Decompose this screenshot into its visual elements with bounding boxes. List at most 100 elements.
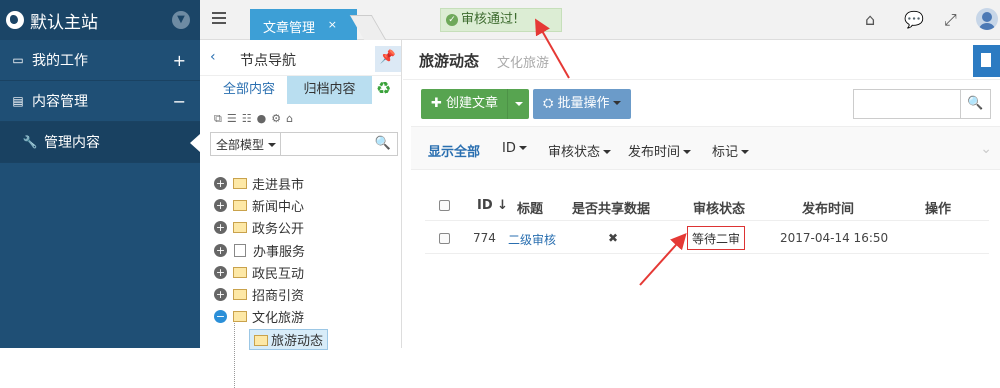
tree-node-label: 招商引资 <box>252 289 305 305</box>
sort-desc-icon: ↓ <box>497 198 509 213</box>
main-sidebar: 默认主站 ▼ ▭ 我的工作 + ▤ 内容管理 − 🔧 管理内容 <box>0 0 200 348</box>
top-bar: 文章管理 × ✓ 审核通过! ⌂ 💬 ⤢ <box>200 0 1000 40</box>
tree-node-label: 旅游动态 <box>249 328 329 350</box>
sidebar-item-content-management[interactable]: ▤ 内容管理 − <box>0 81 200 122</box>
select-all-checkbox[interactable] <box>439 200 450 211</box>
check-circle-icon: ✓ <box>446 14 458 26</box>
document-icon[interactable] <box>973 45 1000 77</box>
home-icon[interactable]: ⌂ <box>865 10 875 29</box>
content-header: 旅游动态 文化旅游 <box>403 40 1000 80</box>
column-header-id[interactable]: ID ↓ <box>477 198 508 213</box>
filter-status[interactable]: 审核状态 <box>548 141 611 160</box>
cell-shared-no-icon: ✖ <box>608 231 619 245</box>
filter-bar: 显示全部 ID 审核状态 发布时间 标记 ⌄ <box>411 126 1000 170</box>
tree-node-label: 走进县市 <box>252 177 305 193</box>
create-article-button[interactable]: ✚ 创建文章 <box>421 89 529 119</box>
home-icon[interactable]: ⌂ <box>286 112 298 125</box>
tree-node[interactable]: − 文化旅游 <box>214 306 402 328</box>
folder-icon <box>254 334 268 346</box>
cell-title-link[interactable]: 二级审核 <box>508 231 556 248</box>
tree-node[interactable]: + 政民互动 <box>214 261 402 283</box>
tree-node[interactable]: + 走进县市 <box>214 172 402 194</box>
collapse-icon[interactable]: − <box>214 310 227 324</box>
expand-icon[interactable]: + <box>214 243 227 257</box>
avatar[interactable] <box>976 8 998 30</box>
expand-icon[interactable]: + <box>214 198 227 212</box>
chevron-down-icon[interactable]: ⌄ <box>980 141 992 157</box>
tree-node[interactable]: + 办事服务 <box>214 239 402 261</box>
chevron-down-icon <box>610 96 621 111</box>
success-toast: ✓ 审核通过! <box>440 8 562 32</box>
brand-header[interactable]: 默认主站 ▼ <box>0 0 200 40</box>
tree-connector <box>234 323 235 388</box>
table-row[interactable]: 774 二级审核 ✖ 等待二审 2017-04-14 16:50 <box>425 221 989 254</box>
tab-archived-content[interactable]: 归档内容 <box>287 76 372 104</box>
batch-operation-label: 批量操作 <box>557 96 610 111</box>
batch-icon: ⛭ <box>543 96 558 111</box>
gear-icon[interactable]: ⚙ <box>271 112 286 125</box>
breadcrumb[interactable]: 文化旅游 <box>497 52 549 71</box>
plus-icon: ✚ <box>431 96 447 111</box>
link-page-icon <box>234 243 246 257</box>
tree-toolbar: ⧉☰☷●⚙⌂ <box>214 112 298 126</box>
recycle-icon[interactable]: ♻ <box>376 79 391 99</box>
tab-article-management[interactable]: 文章管理 × <box>250 9 357 40</box>
batch-operation-button[interactable]: ⛭ 批量操作 <box>533 89 631 119</box>
column-header-date: 发布时间 <box>802 202 855 217</box>
model-filter: 全部模型 🔍 <box>210 132 398 156</box>
globe-icon[interactable]: ● <box>257 112 272 125</box>
page-title: 旅游动态 <box>419 52 480 70</box>
filter-mark[interactable]: 标记 <box>712 141 749 160</box>
tree-node[interactable]: + 招商引资 <box>214 283 402 305</box>
chevron-down-icon[interactable] <box>507 89 529 119</box>
column-header-title: 标题 <box>517 202 544 217</box>
folder-icon <box>233 222 247 234</box>
search-input[interactable] <box>855 91 960 117</box>
filter-id[interactable]: ID <box>502 141 527 156</box>
copy-icon[interactable]: ⧉ <box>214 112 227 125</box>
menu-icon[interactable] <box>212 12 226 26</box>
tree-node-selected[interactable]: 旅游动态 <box>214 328 402 350</box>
folder-icon <box>233 311 247 323</box>
tree-node[interactable]: + 政务公开 <box>214 217 402 239</box>
brand-title: 默认主站 <box>30 12 98 33</box>
tree-node-label: 政务公开 <box>252 222 305 238</box>
expand-icon[interactable]: + <box>173 51 186 70</box>
model-select[interactable]: 全部模型 <box>211 133 281 155</box>
status-badge: 等待二审 <box>687 226 746 250</box>
search-icon[interactable]: 🔍 <box>960 90 990 118</box>
expand-icon[interactable]: + <box>214 176 227 190</box>
close-icon[interactable]: × <box>328 18 337 31</box>
folder-icon <box>233 199 247 211</box>
tab-label: 文章管理 <box>263 21 316 36</box>
node-tabs: 全部内容 归档内容 ♻ <box>200 76 402 104</box>
list-alt-icon[interactable]: ☷ <box>242 112 257 125</box>
article-table: ID ↓ 标题 是否共享数据 审核状态 发布时间 操作 774 二级审核 ✖ 等… <box>425 188 989 254</box>
globe-icon <box>6 11 24 29</box>
expand-icon[interactable]: + <box>214 288 227 302</box>
collapse-icon[interactable]: − <box>173 92 186 111</box>
tree-node[interactable]: + 新闻中心 <box>214 194 402 216</box>
folder-icon <box>233 266 247 278</box>
expand-icon[interactable]: + <box>214 265 227 279</box>
pin-icon[interactable]: 📌 <box>375 46 401 72</box>
folder-icon <box>233 289 247 301</box>
column-header-status: 审核状态 <box>693 202 746 217</box>
tree-node-label: 办事服务 <box>253 244 306 260</box>
column-header-ops: 操作 <box>925 202 952 217</box>
chevron-down-icon[interactable]: ▼ <box>172 11 190 29</box>
expand-icon[interactable]: + <box>214 221 227 235</box>
search-icon[interactable]: 🔍 <box>375 136 391 151</box>
sidebar-item-my-work[interactable]: ▭ 我的工作 + <box>0 40 200 81</box>
wrench-icon: 🔧 <box>22 135 38 149</box>
filter-date[interactable]: 发布时间 <box>628 141 691 160</box>
cell-date: 2017-04-14 16:50 <box>780 231 889 245</box>
chevron-left-icon[interactable]: ‹ <box>210 49 216 65</box>
tab-all-content[interactable]: 全部内容 <box>210 76 288 104</box>
fullscreen-icon[interactable]: ⤢ <box>944 10 957 30</box>
row-checkbox[interactable] <box>439 233 450 244</box>
sidebar-item-manage-content[interactable]: 🔧 管理内容 <box>0 122 200 163</box>
chat-icon[interactable]: 💬 <box>904 10 924 29</box>
list-icon[interactable]: ☰ <box>227 112 242 125</box>
filter-show-all[interactable]: 显示全部 <box>428 141 480 160</box>
